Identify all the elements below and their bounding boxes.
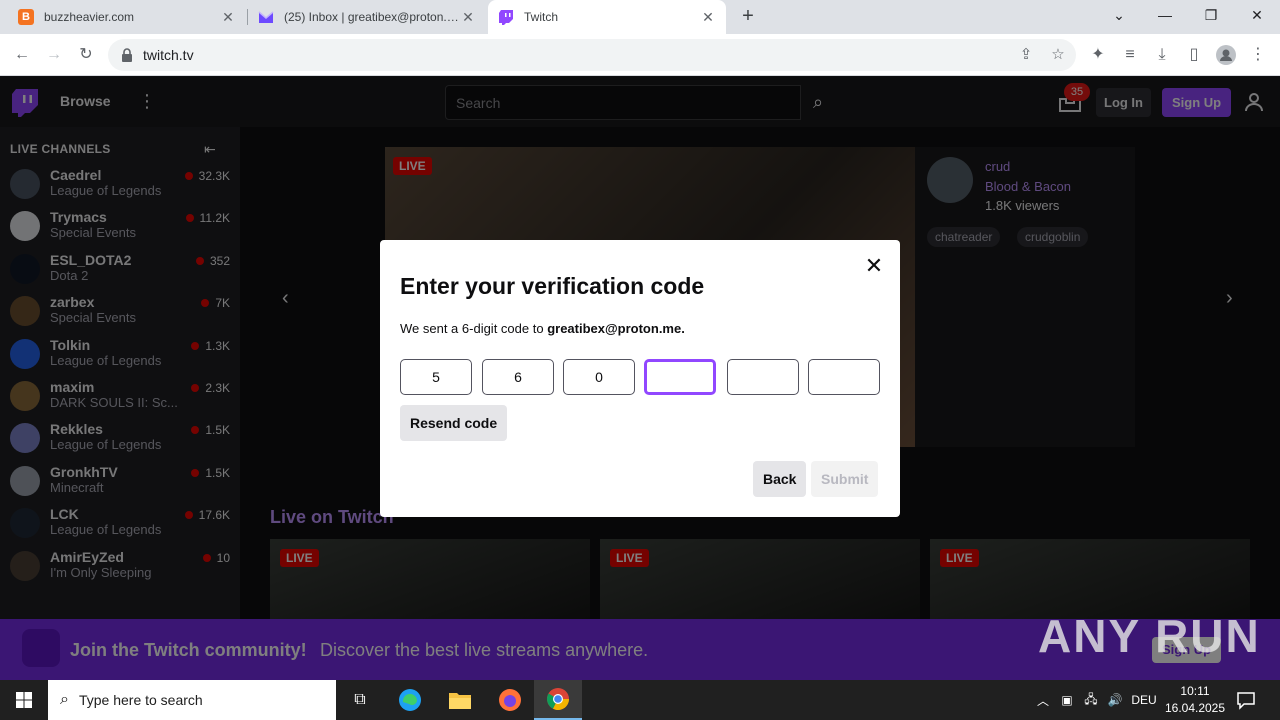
taskbar-search[interactable]: ⌕ Type here to search xyxy=(48,680,336,720)
subtitle-text: We sent a 6-digit code to xyxy=(400,321,548,336)
code-digit-1[interactable]: 5 xyxy=(400,359,472,395)
volume-icon[interactable]: 🔊 xyxy=(1104,680,1126,720)
close-window-button[interactable]: ✕ xyxy=(1234,0,1280,30)
search-icon: ⌕ xyxy=(60,691,69,708)
clock-date: 16.04.2025 xyxy=(1164,701,1226,715)
browser-toolbar: ← → ↻ twitch.tv ⇪ ☆ ✦ ≡ ⤓ ▯ ⋮ xyxy=(0,34,1280,76)
lock-icon xyxy=(122,48,132,62)
reading-list-icon[interactable]: ≡ xyxy=(1116,41,1144,69)
tab-strip: B buzzheavier.com ✕ (25) Inbox | greatib… xyxy=(0,0,1280,34)
minimize-button[interactable]: — xyxy=(1142,0,1188,30)
chrome-icon[interactable] xyxy=(534,680,582,720)
address-bar[interactable]: twitch.tv ⇪ ☆ xyxy=(108,39,1076,71)
tray-app-icon[interactable]: ▣ xyxy=(1056,680,1078,720)
restore-button[interactable]: ❐ xyxy=(1188,0,1234,30)
modal-title: Enter your verification code xyxy=(400,273,705,299)
close-tab-icon[interactable]: ✕ xyxy=(460,9,476,25)
menu-kebab-icon[interactable]: ⋮ xyxy=(1244,41,1272,69)
clock[interactable]: 10:11 16.04.2025 xyxy=(1160,683,1230,717)
tray-chevron-icon[interactable]: ︿ xyxy=(1032,680,1054,720)
back-arrow-icon[interactable]: ← xyxy=(8,41,36,69)
close-icon[interactable]: ✕ xyxy=(862,254,886,278)
buzzheavier-icon: B xyxy=(18,9,34,25)
profile-icon[interactable] xyxy=(1212,41,1240,69)
resend-code-button[interactable]: Resend code xyxy=(400,405,508,441)
download-icon[interactable]: ⤓ xyxy=(1148,41,1176,69)
anyrun-watermark: ANY RUN xyxy=(1038,610,1261,662)
code-digit-5[interactable] xyxy=(727,359,799,395)
side-panel-icon[interactable]: ▯ xyxy=(1180,41,1208,69)
tab-title: buzzheavier.com xyxy=(44,10,135,24)
new-tab-button[interactable]: + xyxy=(736,5,760,29)
bookmark-star-icon[interactable]: ☆ xyxy=(1046,43,1070,67)
code-digit-6[interactable] xyxy=(808,359,880,395)
language-indicator[interactable]: DEU xyxy=(1128,680,1160,720)
email-text: greatibex@proton.me. xyxy=(547,321,685,336)
taskbar: ⌕ Type here to search ⧉ ︿ ▣ 🖧 🔊 DEU 10:1… xyxy=(0,680,1280,720)
code-digit-2[interactable]: 6 xyxy=(482,359,554,395)
code-digit-3[interactable]: 0 xyxy=(563,359,635,395)
twitch-page: Browse ⋮ Search ⌕ 35 Log In Sign Up LIVE… xyxy=(0,77,1280,680)
submit-button[interactable]: Submit xyxy=(811,461,879,497)
tab-title: Twitch xyxy=(524,10,559,24)
tab-twitch[interactable]: Twitch ✕ xyxy=(488,0,726,34)
modal-subtitle: We sent a 6-digit code to greatibex@prot… xyxy=(400,321,685,336)
code-digit-4[interactable] xyxy=(644,359,716,395)
edge-icon[interactable] xyxy=(386,680,434,720)
proton-icon xyxy=(258,9,274,25)
task-view-icon[interactable]: ⧉ xyxy=(336,680,384,720)
twitch-icon xyxy=(498,9,514,25)
windows-start-icon[interactable] xyxy=(0,680,48,720)
url-text: twitch.tv xyxy=(143,47,194,63)
close-tab-icon[interactable]: ✕ xyxy=(700,9,716,25)
tab-search-icon[interactable]: ⌄ xyxy=(1096,0,1142,30)
reload-icon[interactable]: ↻ xyxy=(72,41,100,69)
tab-proton-inbox[interactable]: (25) Inbox | greatibex@proton.me ✕ xyxy=(248,0,486,34)
network-icon[interactable]: 🖧 xyxy=(1080,680,1102,720)
extensions-icon[interactable]: ✦ xyxy=(1084,41,1112,69)
back-button[interactable]: Back xyxy=(753,461,807,497)
verification-modal: ✕ Enter your verification code We sent a… xyxy=(380,240,900,517)
forward-arrow-icon[interactable]: → xyxy=(40,41,68,69)
file-explorer-icon[interactable] xyxy=(436,680,484,720)
taskbar-search-placeholder: Type here to search xyxy=(78,692,203,708)
tab-title: (25) Inbox | greatibex@proton.me xyxy=(284,10,460,24)
notification-center-icon[interactable] xyxy=(1236,690,1256,710)
clock-time: 10:11 xyxy=(1180,684,1210,698)
firefox-icon[interactable] xyxy=(486,680,534,720)
close-tab-icon[interactable]: ✕ xyxy=(220,9,236,25)
share-icon[interactable]: ⇪ xyxy=(1014,43,1038,67)
tab-buzzheavier[interactable]: B buzzheavier.com ✕ xyxy=(8,0,246,34)
